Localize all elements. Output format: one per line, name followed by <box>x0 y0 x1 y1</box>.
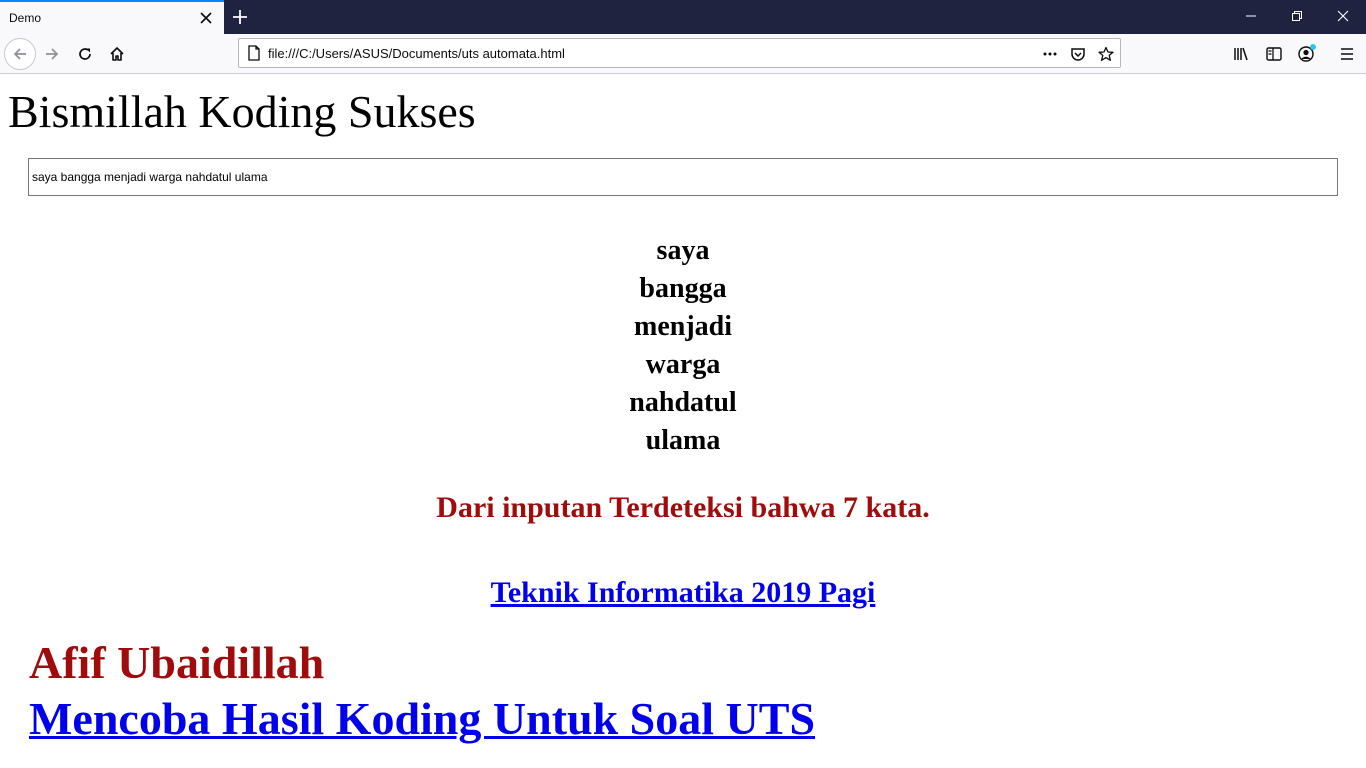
sentence-input[interactable] <box>28 158 1338 196</box>
author-name: Afif Ubaidillah <box>29 637 325 688</box>
hamburger-icon[interactable] <box>1336 43 1358 65</box>
page-title: Bismillah Koding Sukses <box>8 86 476 137</box>
browser-tab[interactable]: Demo <box>0 0 224 34</box>
tab-title: Demo <box>9 11 42 25</box>
word-item: menjadi <box>634 311 732 342</box>
close-window-icon[interactable] <box>1320 0 1366 32</box>
arrow-right-icon[interactable] <box>36 38 68 70</box>
page-content: Bismillah Koding Sukses saya bangga menj… <box>0 74 1366 768</box>
project-link-container: Mencoba Hasil Koding Untuk Soal UTS <box>29 692 815 746</box>
word-item: ulama <box>645 425 721 456</box>
word-count-result: Dari inputan Terdeteksi bahwa 7 kata. <box>436 491 930 524</box>
home-icon[interactable] <box>101 38 133 70</box>
word-list: saya bangga menjadi warga nahdatul ulama <box>0 232 1366 460</box>
minimize-icon[interactable] <box>1228 0 1274 32</box>
word-item: warga <box>645 349 721 380</box>
class-link[interactable]: Teknik Informatika 2019 Pagi <box>491 576 876 609</box>
page-icon <box>247 45 261 66</box>
project-link[interactable]: Mencoba Hasil Koding Untuk Soal UTS <box>29 693 815 744</box>
tab-bar: Demo <box>0 0 1366 34</box>
restore-icon[interactable] <box>1274 0 1320 32</box>
pocket-icon[interactable] <box>1068 44 1088 64</box>
word-item: nahdatul <box>629 387 737 418</box>
close-icon[interactable] <box>198 10 214 26</box>
class-link-container: Teknik Informatika 2019 Pagi <box>0 573 1366 613</box>
plus-icon[interactable] <box>231 8 249 26</box>
notification-dot <box>1310 44 1316 50</box>
url-text[interactable]: file:///C:/Users/ASUS/Documents/uts auto… <box>268 46 565 61</box>
arrow-left-icon[interactable] <box>4 38 36 70</box>
star-icon[interactable] <box>1096 44 1116 64</box>
library-icon[interactable] <box>1231 43 1253 65</box>
url-bar[interactable]: file:///C:/Users/ASUS/Documents/uts auto… <box>238 38 1121 68</box>
word-item: saya <box>656 235 710 266</box>
account-icon[interactable] <box>1295 43 1317 65</box>
more-horizontal-icon[interactable] <box>1040 44 1060 64</box>
reload-icon[interactable] <box>69 38 101 70</box>
sidebar-icon[interactable] <box>1263 43 1285 65</box>
word-item: bangga <box>639 273 727 304</box>
navigation-bar: file:///C:/Users/ASUS/Documents/uts auto… <box>0 34 1366 74</box>
